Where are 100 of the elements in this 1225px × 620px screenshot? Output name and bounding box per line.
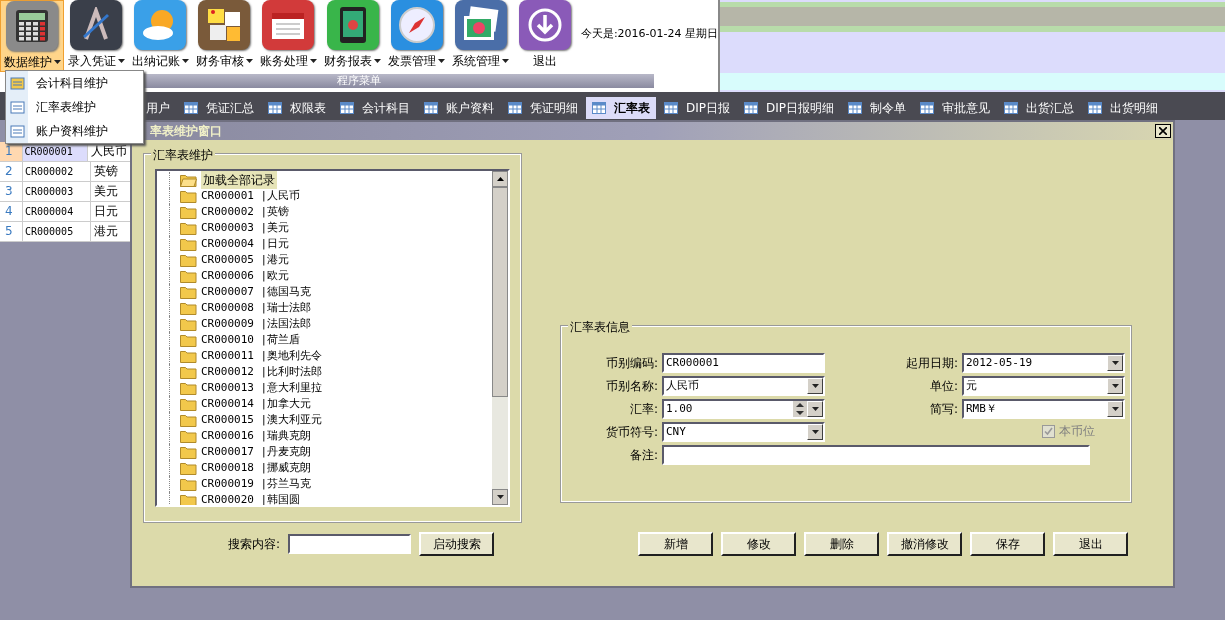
table-icon [744,102,758,114]
button[interactable]: 新增 [638,532,714,556]
ruler-pencil-icon [70,0,123,50]
combo-box[interactable]: CNY [662,422,825,442]
table-icon [1004,102,1019,114]
calculator-icon [6,1,59,51]
tab[interactable]: 会计科目 [334,97,416,119]
tree-item[interactable]: CR000013 |意大利里拉 [201,379,323,397]
menu-item[interactable]: 汇率表维护 [28,95,143,119]
group-title: 汇率表信息 [568,318,632,336]
caret-icon [1111,361,1119,365]
tab[interactable]: 制令单 [842,97,913,119]
toolbar-button[interactable]: 退出 [512,0,577,72]
search-field[interactable] [288,534,412,554]
tree-item[interactable]: CR000004 |日元 [201,235,290,253]
tree-item[interactable]: CR000007 |德国马克 [201,283,312,301]
combo-box[interactable]: RMB￥ [962,399,1125,419]
tree-item[interactable]: CR000008 |瑞士法郎 [201,299,312,317]
dropdown-button[interactable] [807,378,823,394]
field-value: 1.00 [665,400,694,417]
spin-combo-box[interactable]: 1.00 [662,399,825,419]
tree-item[interactable]: CR000014 |加拿大元 [201,395,312,413]
dropdown-button[interactable] [807,424,823,440]
toolbar-button[interactable]: 录入凭证 [64,0,129,72]
combo-box[interactable]: 人民币 [662,376,825,396]
toolbar-button[interactable]: 系统管理 [448,0,513,72]
toolbar-button[interactable]: 发票管理 [384,0,449,72]
tab[interactable]: 汇率表 [586,97,656,119]
tree-item[interactable]: CR000009 |法国法郎 [201,315,312,333]
combo-box[interactable]: 2012-05-19 [962,353,1125,373]
field-label: 简写: [928,401,958,418]
table-cell-text: 日元 [93,203,119,220]
tab[interactable]: DIP日报明细 [738,97,841,119]
tab[interactable]: 用户 [140,97,176,119]
table-cell: CR000004 [23,202,91,221]
folder-icon [180,301,197,315]
tab[interactable]: DIP日报 [658,97,736,119]
tree-item[interactable]: CR000017 |丹麦克朗 [201,443,312,461]
tab[interactable]: 账户资料 [418,97,500,119]
tree-item[interactable]: CR000016 |瑞典克朗 [201,427,312,445]
field-value: 2012-05-19 [965,354,1034,371]
button[interactable]: 撤消修改 [887,532,963,556]
tab[interactable]: 凭证汇总 [178,97,260,119]
combo-box[interactable]: 元 [962,376,1125,396]
tab[interactable]: 出货明细 [1082,97,1165,119]
table-cell-text: 美元 [93,183,119,200]
tab[interactable]: 审批意见 [914,97,997,119]
tree-item[interactable]: CR000018 |挪威克朗 [201,459,312,477]
table-cell-text: 港元 [93,223,119,240]
tree-item[interactable]: 加载全部记录 [201,171,277,189]
field-label: 起用日期: [904,355,958,372]
field-label: 货币符号: [604,424,658,441]
tree-item[interactable]: CR000010 |荷兰盾 [201,331,301,349]
field-label: 汇率: [628,401,658,418]
tab[interactable]: 出货汇总 [998,97,1081,119]
menu-item[interactable]: 账户资料维护 [28,119,143,143]
caret-icon [811,384,819,388]
dropdown-button[interactable] [1107,378,1123,394]
toolbar-button[interactable]: 出纳记账 [128,0,193,72]
field-label: 备注: [628,447,658,464]
tree-item[interactable]: CR000015 |澳大利亚元 [201,411,323,429]
open-folder-icon [180,173,197,187]
date-text: 今天是:2016-01-24 星期日 [580,26,719,42]
toolbar-button[interactable]: 数据维护 [0,0,65,72]
button[interactable]: 修改 [721,532,797,556]
caret-icon [1111,384,1119,388]
input-field[interactable] [662,445,1090,465]
tree-item[interactable]: CR000002 |英镑 [201,203,290,221]
tree-item[interactable]: CR000001 |人民币 [201,187,301,205]
search-label: 搜索内容: [228,536,281,553]
field-value: CNY [665,423,687,440]
button[interactable]: 删除 [804,532,880,556]
toolbar-button[interactable]: 财务审核 [192,0,257,72]
dropdown-button[interactable] [807,401,823,417]
button[interactable]: 保存 [970,532,1046,556]
folder-icon [180,285,197,299]
caret-icon [811,430,819,434]
tree-item[interactable]: CR000003 |美元 [201,219,290,237]
toolbar-button[interactable]: 财务报表 [320,0,385,72]
tree-item[interactable]: CR000006 |欧元 [201,267,290,285]
tree-item[interactable]: CR000011 |奥地利先令 [201,347,323,365]
folder-icon [180,445,197,459]
tree-item[interactable]: CR000020 |韩国圆 [201,491,301,505]
dropdown-button[interactable] [1107,355,1123,371]
compass-icon [390,0,443,50]
tree-item[interactable]: CR000019 |芬兰马克 [201,475,312,493]
button[interactable]: 启动搜索 [419,532,495,556]
caret-icon [811,407,819,411]
toolbar-button[interactable]: 账务处理 [256,0,321,72]
tree-item[interactable]: CR000012 |比利时法郎 [201,363,323,381]
dropdown-button[interactable] [1107,401,1123,417]
table-cell: CR000003 [23,182,91,201]
menu-item[interactable]: 会计科目维护 [28,71,143,95]
input-field[interactable]: CR000001 [662,353,825,373]
close-button[interactable] [1155,124,1171,138]
tab[interactable]: 凭证明细 [502,97,584,119]
tab[interactable]: 权限表 [262,97,332,119]
button[interactable]: 退出 [1053,532,1129,556]
scrollbar-thumb[interactable] [492,187,508,397]
tree-item[interactable]: CR000005 |港元 [201,251,290,269]
